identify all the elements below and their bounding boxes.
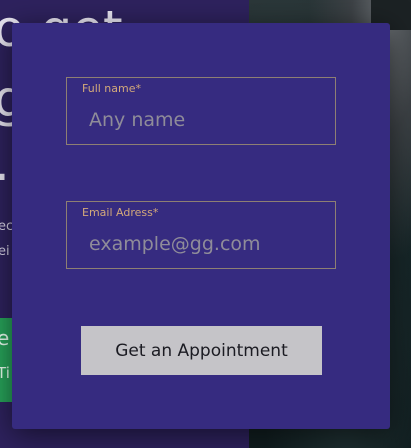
- background-cta-text: Ti: [0, 364, 10, 382]
- full-name-label: Full name*: [82, 82, 142, 95]
- background-cta-text: e: [0, 326, 10, 350]
- email-label: Email Adress*: [82, 206, 159, 219]
- full-name-input[interactable]: [81, 106, 324, 134]
- hero-description-line: ei: [0, 244, 10, 259]
- email-field: Email Adress*: [66, 201, 336, 269]
- appointment-modal: Full name* Email Adress* Get an Appointm…: [12, 23, 390, 429]
- full-name-field: Full name*: [66, 77, 336, 145]
- email-input[interactable]: [81, 230, 324, 258]
- get-appointment-button[interactable]: Get an Appointment: [81, 326, 322, 375]
- hero-heading-line: .: [0, 138, 10, 188]
